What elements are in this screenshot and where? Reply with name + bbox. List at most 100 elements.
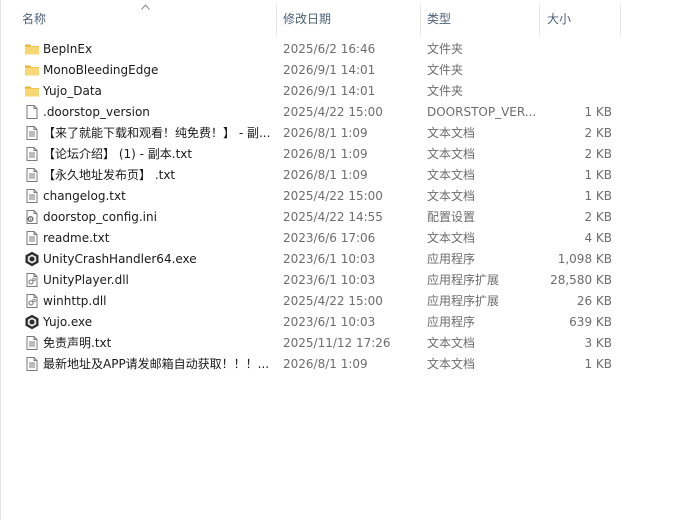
file-row[interactable]: BepInEx 2025/6/2 16:46 文件夹: [0, 39, 695, 60]
file-size: 28,580 KB: [550, 273, 612, 287]
text-file-icon: [24, 125, 40, 141]
file-row[interactable]: 免责声明.txt 2025/11/12 17:26 文本文档 3 KB: [0, 333, 695, 354]
file-modified-date: 2026/8/1 1:09: [283, 147, 368, 161]
file-name[interactable]: doorstop_config.ini: [43, 207, 273, 228]
file-name[interactable]: Yujo_Data: [43, 81, 273, 102]
file-name[interactable]: winhttp.dll: [43, 291, 273, 312]
file-size: 4 KB: [584, 231, 612, 245]
file-modified-date: 2025/4/22 15:00: [283, 294, 383, 308]
file-modified-date: 2025/6/2 16:46: [283, 42, 376, 56]
file-size: [542, 39, 612, 60]
file-modified-date: 2026/8/1 1:09: [283, 126, 368, 140]
text-file-icon: [24, 230, 40, 246]
unity-app-icon: [24, 314, 40, 330]
file-modified-date: 2025/4/22 14:55: [283, 210, 383, 224]
text-file-icon: [24, 335, 40, 351]
file-name[interactable]: UnityCrashHandler64.exe: [43, 249, 273, 270]
file-row[interactable]: MonoBleedingEdge 2026/9/1 14:01 文件夹: [0, 60, 695, 81]
file-type: 配置设置: [427, 210, 476, 224]
file-name[interactable]: 免责声明.txt: [43, 333, 273, 354]
text-file-icon: [24, 356, 40, 372]
file-size: 26 KB: [576, 294, 612, 308]
file-name[interactable]: Yujo.exe: [43, 312, 273, 333]
column-header-date[interactable]: 修改日期: [283, 0, 331, 38]
text-file-icon: [24, 146, 40, 162]
file-modified-date: 2026/8/1 1:09: [283, 357, 368, 371]
file-row[interactable]: Yujo.exe 2023/6/1 10:03 应用程序 639 KB: [0, 312, 695, 333]
file-row[interactable]: 【来了就能下载和观看！纯免费！】 - 副... 2026/8/1 1:09 文本文档…: [0, 123, 695, 144]
file-size: [542, 81, 612, 102]
file-row[interactable]: winhttp.dll 2025/4/22 15:00 应用程序扩展 26 KB: [0, 291, 695, 312]
file-size: 1 KB: [584, 189, 612, 203]
file-size: 2 KB: [584, 147, 612, 161]
dll-file-icon: [24, 293, 40, 309]
folder-icon: [24, 62, 40, 78]
file-type: 应用程序: [427, 315, 476, 329]
file-row[interactable]: doorstop_config.ini 2025/4/22 14:55 配置设置 2 …: [0, 207, 695, 228]
column-divider[interactable]: [539, 5, 540, 35]
file-modified-date: 2025/11/12 17:26: [283, 336, 391, 350]
column-divider[interactable]: [420, 5, 421, 35]
file-row[interactable]: 最新地址及APP请发邮箱自动获取！！！... 2026/8/1 1:09 文本文档 1…: [0, 354, 695, 375]
dll-file-icon: [24, 272, 40, 288]
file-type: 文本文档: [427, 189, 476, 203]
file-name[interactable]: changelog.txt: [43, 186, 273, 207]
file-name[interactable]: UnityPlayer.dll: [43, 270, 273, 291]
file-size: 1 KB: [584, 168, 612, 182]
file-size: 2 KB: [584, 210, 612, 224]
column-divider[interactable]: [620, 5, 621, 35]
text-file-icon: [24, 167, 40, 183]
file-modified-date: 2023/6/6 17:06: [283, 231, 376, 245]
file-type: 文本文档: [427, 147, 476, 161]
column-header-bar: 名称 修改日期 类型 大小: [0, 0, 695, 38]
file-name[interactable]: BepInEx: [43, 39, 273, 60]
file-modified-date: 2023/6/1 10:03: [283, 315, 376, 329]
file-type: 文本文档: [427, 336, 476, 350]
file-row[interactable]: 【永久地址发布页】 .txt 2026/8/1 1:09 文本文档 1 KB: [0, 165, 695, 186]
file-type: 应用程序扩展: [427, 273, 500, 287]
file-name[interactable]: 【永久地址发布页】 .txt: [43, 165, 273, 186]
file-type: 文本文档: [427, 168, 476, 182]
file-size: 1,098 KB: [557, 252, 612, 266]
file-size: 1 KB: [584, 105, 612, 119]
column-header-name[interactable]: 名称: [22, 0, 46, 38]
file-row[interactable]: .doorstop_version 2025/4/22 15:00 DOORSTOP…: [0, 102, 695, 123]
folder-icon: [24, 83, 40, 99]
file-modified-date: 2026/9/1 14:01: [283, 63, 376, 77]
text-file-icon: [24, 188, 40, 204]
sort-ascending-icon[interactable]: [141, 4, 150, 10]
column-divider[interactable]: [276, 5, 277, 35]
file-modified-date: 2026/9/1 14:01: [283, 84, 376, 98]
file-name[interactable]: 【论坛介绍】 (1) - 副本.txt: [43, 144, 273, 165]
file-row[interactable]: UnityCrashHandler64.exe 2023/6/1 10:03 应用程…: [0, 249, 695, 270]
file-modified-date: 2023/6/1 10:03: [283, 252, 376, 266]
file-type: 文件夹: [427, 84, 464, 98]
file-name[interactable]: readme.txt: [43, 228, 273, 249]
file-name[interactable]: .doorstop_version: [43, 102, 273, 123]
file-size: 639 KB: [569, 315, 612, 329]
file-name[interactable]: MonoBleedingEdge: [43, 60, 273, 81]
file-type: 文本文档: [427, 126, 476, 140]
file-modified-date: 2025/4/22 15:00: [283, 189, 383, 203]
file-icon: [24, 104, 40, 120]
folder-icon: [24, 41, 40, 57]
file-list: BepInEx 2025/6/2 16:46 文件夹 MonoBleedingEdge…: [0, 39, 695, 375]
file-modified-date: 2026/8/1 1:09: [283, 168, 368, 182]
unity-app-icon: [24, 251, 40, 267]
file-size: 2 KB: [584, 126, 612, 140]
file-row[interactable]: readme.txt 2023/6/6 17:06 文本文档 4 KB: [0, 228, 695, 249]
file-type: 应用程序扩展: [427, 294, 500, 308]
file-name[interactable]: 最新地址及APP请发邮箱自动获取！！！...: [43, 354, 273, 375]
column-header-size[interactable]: 大小: [547, 0, 571, 38]
file-row[interactable]: Yujo_Data 2026/9/1 14:01 文件夹: [0, 81, 695, 102]
file-row[interactable]: changelog.txt 2025/4/22 15:00 文本文档 1 KB: [0, 186, 695, 207]
file-type: 文件夹: [427, 42, 464, 56]
file-row[interactable]: UnityPlayer.dll 2023/6/1 10:03 应用程序扩展 28,58…: [0, 270, 695, 291]
file-row[interactable]: 【论坛介绍】 (1) - 副本.txt 2026/8/1 1:09 文本文档 2 KB: [0, 144, 695, 165]
file-modified-date: 2025/4/22 15:00: [283, 105, 383, 119]
file-type: 文件夹: [427, 63, 464, 77]
file-name[interactable]: 【来了就能下载和观看！纯免费！】 - 副...: [43, 123, 273, 144]
column-header-type[interactable]: 类型: [427, 0, 451, 38]
file-type: 文本文档: [427, 231, 476, 245]
settings-file-icon: [24, 209, 40, 225]
